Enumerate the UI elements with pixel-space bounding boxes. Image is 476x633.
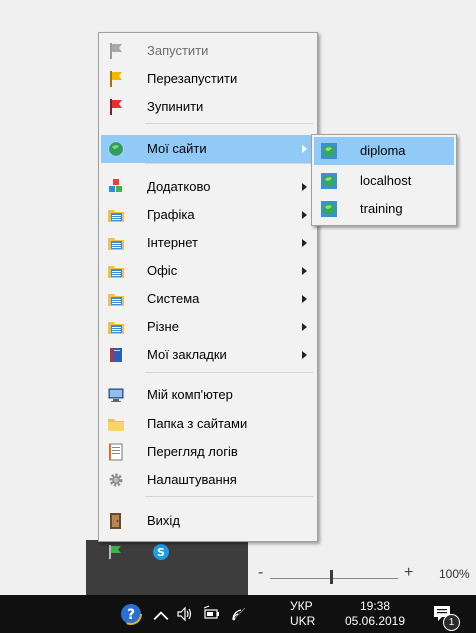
submenu-arrow-icon [302,211,307,219]
show-hidden-icons-chevron-icon[interactable] [152,607,170,625]
submenu-arrow-icon [302,323,307,331]
menu-separator [145,372,313,373]
menu-item-label: Різне [147,319,179,334]
menu-item-label: Інтернет [147,235,198,250]
menu-item-3[interactable]: Мої сайти [101,135,315,163]
menu-item-label: Вихід [147,513,180,528]
menu-item-13[interactable]: Перегляд логів [101,438,315,466]
zoom-out-button[interactable]: - [258,564,263,582]
battery-icon[interactable] [203,605,221,623]
menu-item-6[interactable]: Інтернет [101,229,315,257]
clock[interactable]: 19:38 05.06.2019 [338,599,412,629]
menu-item-label: Запустити [147,43,209,58]
flag-gray-icon [107,42,125,60]
flag-yellow-icon [107,70,125,88]
folder-app-icon [107,234,125,252]
menu-item-12[interactable]: Папка з сайтами [101,410,315,438]
input-language-indicator[interactable]: УКР UKR [290,599,315,629]
menu-item-14[interactable]: Налаштування [101,466,315,494]
menu-item-8[interactable]: Система [101,285,315,313]
submenu-arrow-icon [302,183,307,191]
cubes-icon [107,178,125,196]
site-item-1[interactable]: localhost [314,167,454,195]
clock-time: 19:38 [359,599,391,613]
tray-overflow-popup: S [86,540,248,595]
flag-red-icon [107,98,125,116]
menu-item-label: Папка з сайтами [147,416,248,431]
site-item-label: training [360,201,403,216]
gear-icon [107,471,125,489]
zoom-level: 100% [439,567,470,581]
wifi-icon[interactable] [230,605,248,623]
svg-text:?: ? [127,607,135,623]
folder-app-icon [107,318,125,336]
folder-app-icon [107,262,125,280]
tray-app-flag-icon[interactable] [106,543,124,561]
menu-item-label: Перезапустити [147,71,238,86]
globe-icon [107,140,125,158]
menu-item-label: Налаштування [147,472,237,487]
zoom-slider-thumb[interactable] [330,570,333,584]
menu-item-label: Мій комп'ютер [147,387,233,402]
site-item-0[interactable]: diploma [314,137,454,165]
computer-icon [107,386,125,404]
site-globe-icon [320,172,338,190]
menu-separator [145,496,313,497]
site-globe-icon [320,200,338,218]
submenu-arrow-icon [302,351,307,359]
skype-icon[interactable]: S [152,543,170,561]
menu-item-label: Графіка [147,207,195,222]
menu-item-label: Мої закладки [147,347,227,362]
menu-item-label: Мої сайти [147,141,207,156]
folder-app-icon [107,290,125,308]
menu-item-9[interactable]: Різне [101,313,315,341]
exit-door-icon [107,512,125,530]
menu-item-label: Перегляд логів [147,444,238,459]
menu-item-10[interactable]: Мої закладки [101,341,315,369]
menu-item-11[interactable]: Мій комп'ютер [101,381,315,409]
folder-icon [107,415,125,433]
site-item-label: diploma [360,143,406,158]
volume-icon[interactable] [176,605,194,623]
site-item-label: localhost [360,173,412,188]
menu-item-label: Офіс [147,263,178,278]
context-menu: Запустити Перезапустити Зупинити Мої сайти Д… [98,32,318,542]
language-code-latin: UKR [290,614,316,628]
menu-separator [145,163,313,164]
menu-item-1[interactable]: Перезапустити [101,65,315,93]
folder-app-icon [107,206,125,224]
submenu-arrow-icon [302,267,307,275]
menu-item-0[interactable]: Запустити [101,37,315,65]
help-icon[interactable]: ? [120,603,142,625]
menu-item-4[interactable]: Додатково [101,173,315,201]
notification-count-badge: 1 [443,614,460,631]
menu-item-label: Система [147,291,200,306]
site-globe-icon [320,142,338,160]
menu-item-label: Додатково [147,179,211,194]
menu-item-15[interactable]: Вихід [101,507,315,535]
menu-item-7[interactable]: Офіс [101,257,315,285]
menu-item-2[interactable]: Зупинити [101,93,315,121]
taskbar: ? УКР UKR 19:38 05.06.2019 1 [0,595,476,633]
zoom-slider-track[interactable] [270,578,398,579]
zoom-in-button[interactable]: + [404,564,413,582]
menu-item-5[interactable]: Графіка [101,201,315,229]
submenu-arrow-icon [302,239,307,247]
submenu-arrow-icon [302,295,307,303]
site-item-2[interactable]: training [314,195,454,223]
log-file-icon [107,443,125,461]
language-code-local: УКР [290,599,313,613]
menu-separator [145,123,313,124]
submenu-arrow-icon [302,145,307,153]
my-sites-submenu: diploma localhost training [311,134,457,226]
svg-text:S: S [157,546,165,559]
menu-item-label: Зупинити [147,99,204,114]
clock-date: 05.06.2019 [344,614,406,628]
bookmark-book-icon [107,346,125,364]
